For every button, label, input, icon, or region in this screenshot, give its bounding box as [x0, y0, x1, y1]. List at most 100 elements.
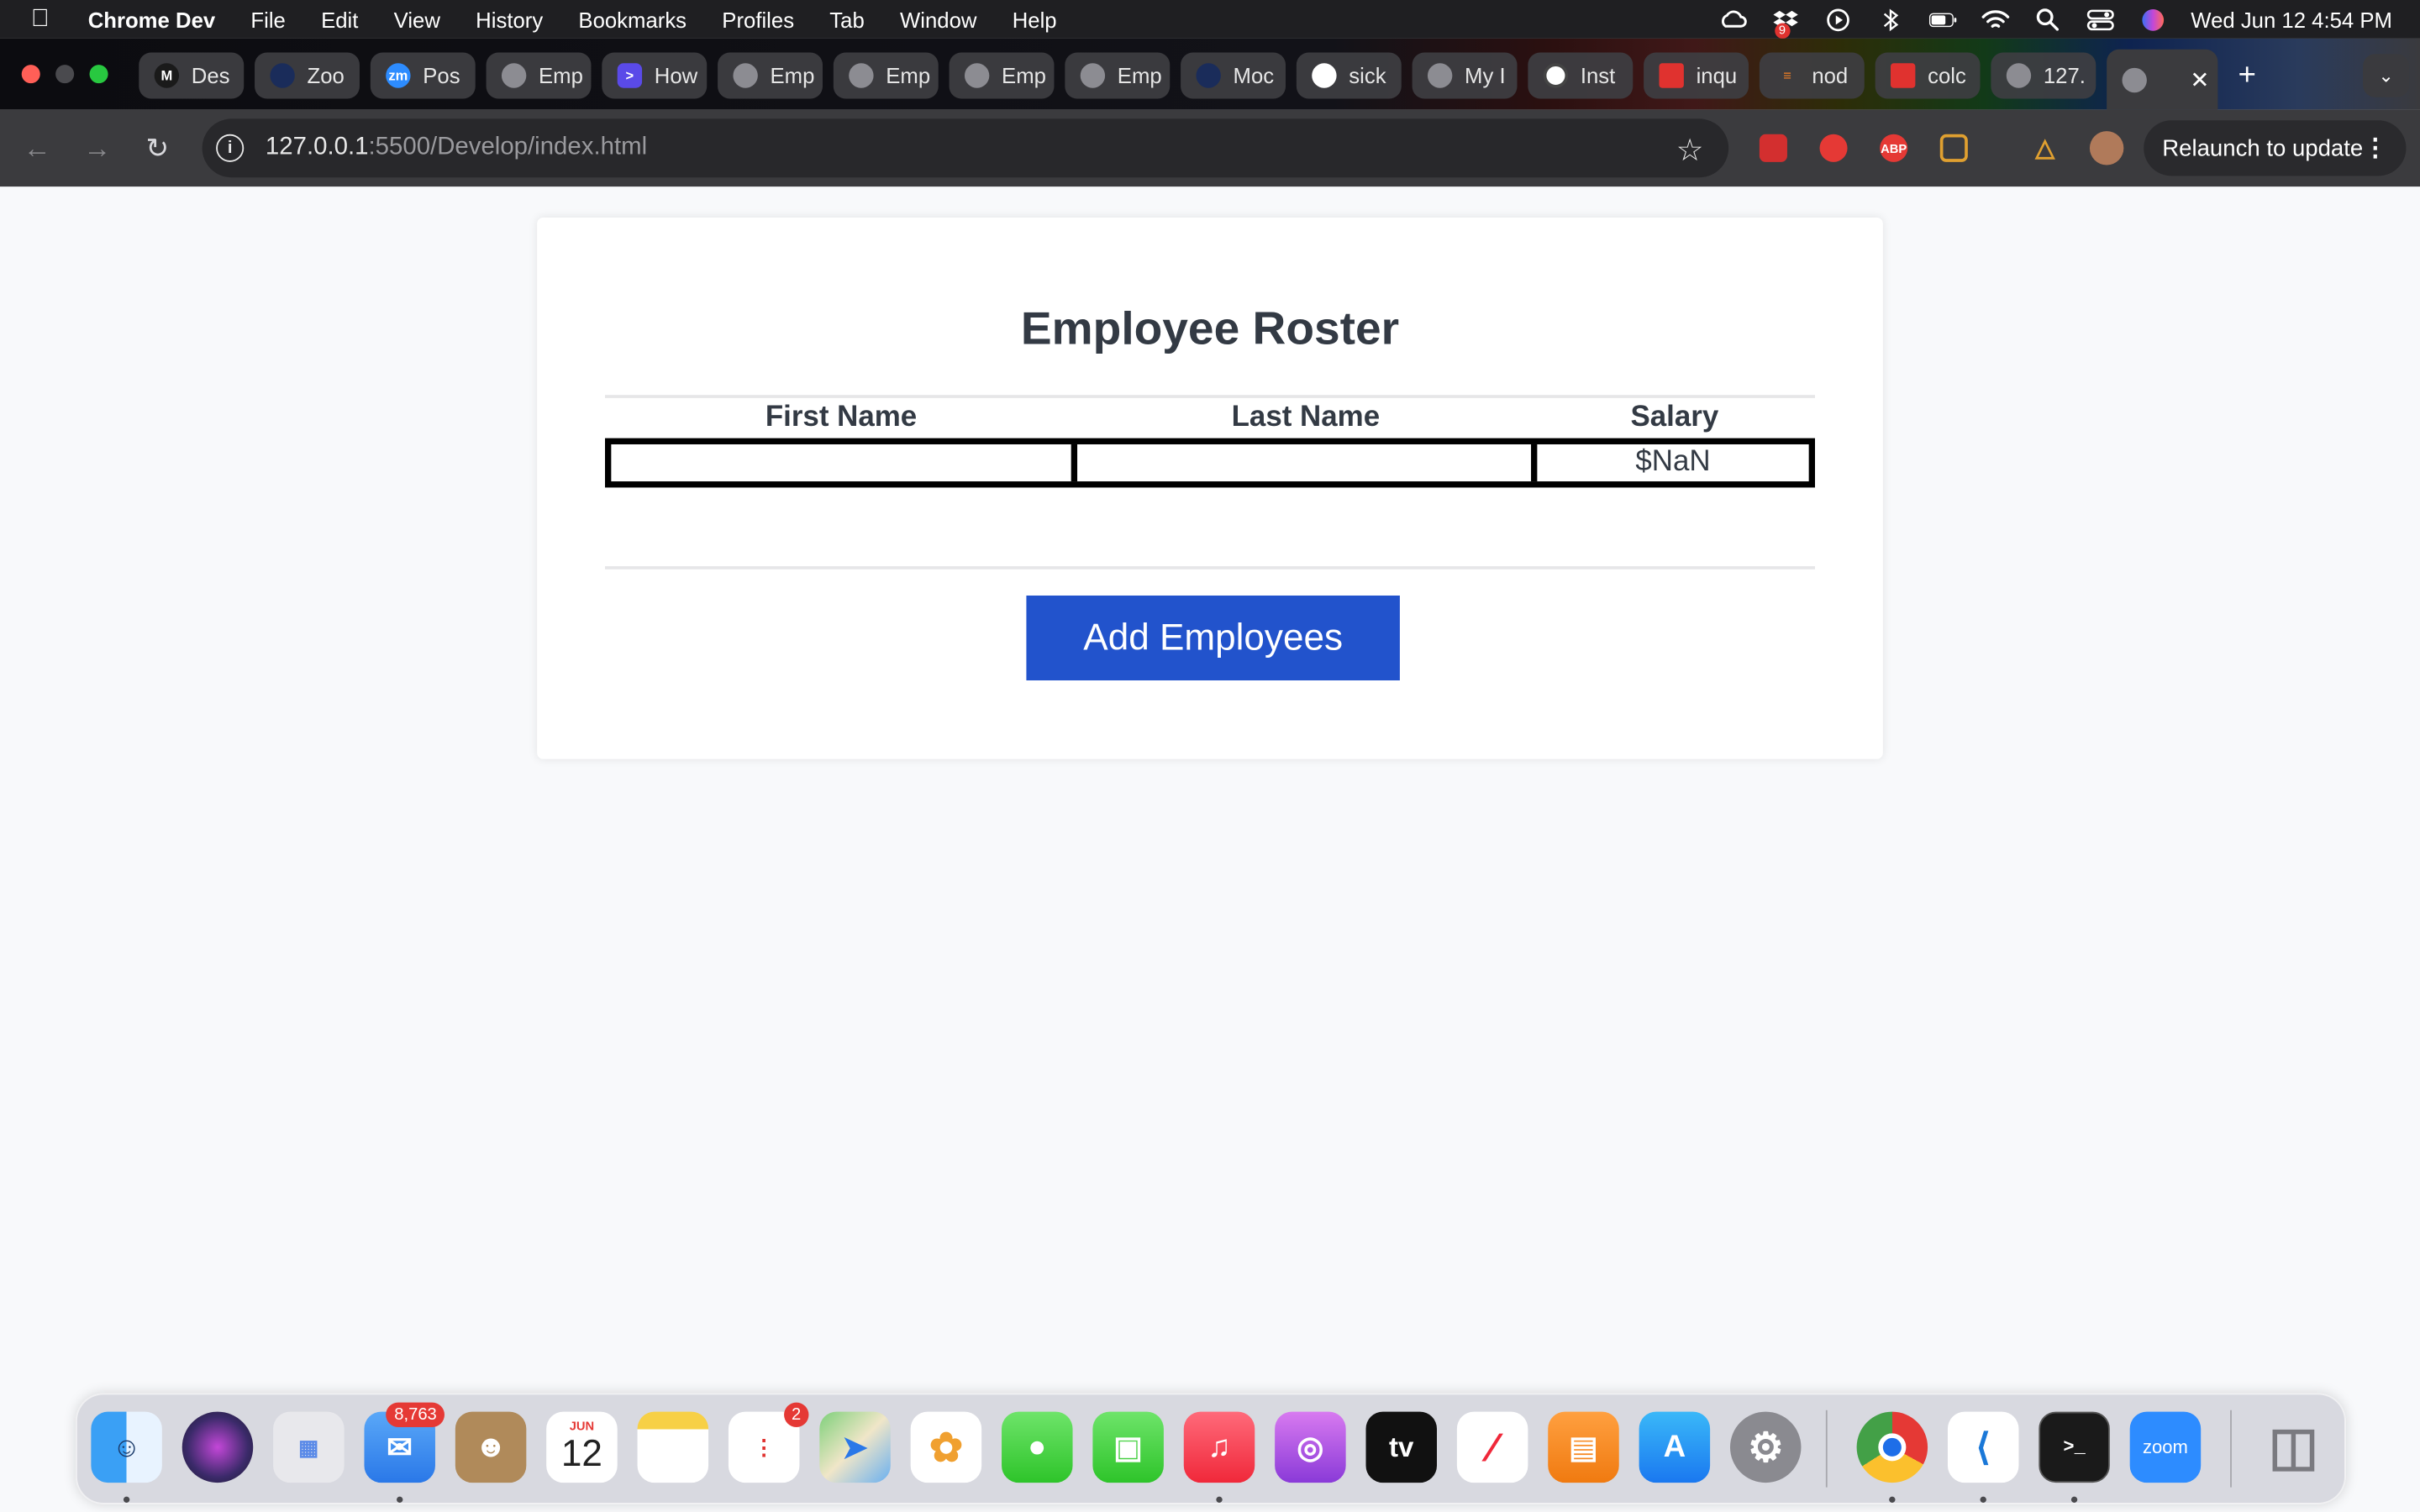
- notes-icon[interactable]: [637, 1411, 709, 1483]
- app-name-menu[interactable]: Chrome Dev: [88, 7, 215, 31]
- url-text[interactable]: 127.0.0.1:5500/Develop/index.html: [266, 134, 647, 162]
- dropbox-icon[interactable]: 9: [1771, 8, 1799, 39]
- spotlight-search-icon[interactable]: [2033, 8, 2061, 31]
- system-settings-icon[interactable]: ⚙: [1729, 1411, 1802, 1483]
- menu-history[interactable]: History: [476, 7, 543, 31]
- browser-tab[interactable]: Emp: [833, 52, 939, 99]
- browser-tab[interactable]: Zoo: [255, 52, 360, 99]
- battery-icon[interactable]: [1928, 8, 1956, 30]
- chrome-dev-icon[interactable]: [1856, 1411, 1928, 1483]
- launchpad-icon[interactable]: ▦: [273, 1411, 345, 1483]
- browser-tab[interactable]: Emp: [949, 52, 1055, 99]
- reload-icon[interactable]: ↻: [140, 131, 174, 165]
- browser-tab[interactable]: sick: [1296, 52, 1402, 99]
- siri-icon[interactable]: [182, 1411, 254, 1483]
- browser-tab[interactable]: zm Pos: [370, 52, 476, 99]
- maps-icon[interactable]: ➤: [819, 1411, 891, 1483]
- menu-tab[interactable]: Tab: [829, 7, 864, 31]
- extensions-puzzle-icon[interactable]: [1939, 134, 1968, 162]
- window-minimize-button[interactable]: [55, 65, 75, 84]
- more-menu-icon[interactable]: ⋮: [2363, 133, 2387, 164]
- bookmark-star-icon[interactable]: ☆: [1676, 131, 1704, 170]
- address-bar[interactable]: i 127.0.0.1:5500/Develop/index.html ☆: [202, 118, 1729, 178]
- app-store-icon[interactable]: A: [1639, 1411, 1711, 1483]
- zoom-icon: zm: [386, 63, 411, 88]
- play-circle-icon[interactable]: [1823, 8, 1851, 31]
- hand-extension-icon[interactable]: [1819, 134, 1848, 162]
- window-close-button[interactable]: [21, 65, 40, 84]
- mail-unread-badge: 8,763: [387, 1402, 445, 1427]
- menu-bookmarks[interactable]: Bookmarks: [578, 7, 687, 31]
- browser-tab[interactable]: M Des: [139, 52, 245, 99]
- siri-icon[interactable]: [2139, 8, 2166, 30]
- browser-tab[interactable]: Inst: [1528, 52, 1634, 99]
- apple-tv-icon[interactable]: tv: [1365, 1411, 1438, 1483]
- browser-tab[interactable]: 127.: [1991, 52, 2096, 99]
- podcasts-icon[interactable]: ◎: [1275, 1411, 1346, 1483]
- reminders-icon[interactable]: ⋮ 2: [728, 1402, 809, 1483]
- relaunch-label: Relaunch to update: [2162, 134, 2364, 161]
- adblock-plus-icon[interactable]: ABP: [1880, 134, 1908, 162]
- zoom-icon[interactable]: zoom: [2129, 1411, 2202, 1483]
- finder-icon[interactable]: ☺: [91, 1411, 162, 1483]
- photos-icon[interactable]: ✿: [910, 1411, 982, 1483]
- control-center-icon[interactable]: [2086, 8, 2113, 30]
- browser-tab[interactable]: inqu: [1644, 52, 1749, 99]
- window-zoom-button[interactable]: [89, 65, 108, 84]
- tab-search-button[interactable]: ⌄: [2363, 54, 2410, 97]
- menu-view[interactable]: View: [394, 7, 440, 31]
- menu-file[interactable]: File: [250, 7, 285, 31]
- menu-help[interactable]: Help: [1013, 7, 1057, 31]
- browser-tab[interactable]: Emp: [1065, 52, 1171, 99]
- vscode-icon[interactable]: ⟨: [1947, 1411, 2019, 1483]
- add-employees-button[interactable]: Add Employees: [1026, 595, 1400, 681]
- back-arrow-icon[interactable]: ←: [20, 131, 54, 165]
- contacts-icon[interactable]: ☻: [455, 1411, 527, 1483]
- menu-edit[interactable]: Edit: [321, 7, 358, 31]
- terminal-icon[interactable]: >_: [2039, 1411, 2110, 1483]
- red-square-icon: [1659, 63, 1684, 88]
- music-icon[interactable]: ♫: [1183, 1411, 1255, 1483]
- apple-menu-icon[interactable]: : [31, 5, 62, 33]
- browser-tab[interactable]: colc: [1875, 52, 1981, 99]
- globe-icon: [964, 63, 990, 88]
- menu-bar-clock[interactable]: Wed Jun 12 4:54 PM: [2191, 7, 2392, 31]
- trash-icon[interactable]: ◫: [2258, 1412, 2328, 1483]
- forward-arrow-icon[interactable]: →: [81, 131, 114, 165]
- wifi-icon[interactable]: [1981, 8, 2009, 30]
- relaunch-to-update-button[interactable]: Relaunch to update ⋮: [2144, 120, 2407, 176]
- creative-cloud-icon[interactable]: [1718, 8, 1746, 30]
- browser-tab[interactable]: > How: [602, 52, 708, 99]
- mail-icon[interactable]: ✉ 8,763: [364, 1402, 445, 1483]
- calendar-icon[interactable]: JUN 12: [546, 1411, 618, 1483]
- bookmark-extension-icon[interactable]: [1759, 134, 1787, 162]
- menu-bar-status-area: 9 Wed Jun 12 4:54 PM: [1718, 0, 2392, 39]
- active-browser-tab[interactable]: ✕: [2107, 49, 2218, 110]
- news-icon[interactable]: ∕: [1456, 1411, 1528, 1483]
- tab-title: Emp: [539, 63, 583, 88]
- browser-tab[interactable]: My I: [1412, 52, 1518, 99]
- close-tab-icon[interactable]: ✕: [2190, 66, 2209, 93]
- profile-avatar[interactable]: [2089, 131, 2124, 165]
- messages-icon[interactable]: ●: [1002, 1411, 1073, 1483]
- new-tab-button[interactable]: +: [2227, 55, 2267, 96]
- page-title: Employee Roster: [1020, 303, 1400, 355]
- menu-profiles[interactable]: Profiles: [722, 7, 794, 31]
- site-info-icon[interactable]: i: [216, 134, 245, 162]
- column-header-last-name: Last Name: [1231, 401, 1381, 434]
- menu-window[interactable]: Window: [900, 7, 976, 31]
- web-page: Employee Roster First Name Last Name Sal…: [0, 186, 2420, 1512]
- macos-menu-bar:  Chrome Dev File Edit View History Book…: [0, 0, 2420, 39]
- labs-flask-icon[interactable]: △: [2031, 134, 2059, 162]
- books-icon[interactable]: ▤: [1548, 1411, 1619, 1483]
- tab-title: 127.: [2043, 63, 2086, 88]
- running-indicator: [123, 1496, 130, 1503]
- bluetooth-icon[interactable]: [1876, 8, 1904, 31]
- running-indicator: [2070, 1496, 2078, 1503]
- browser-tab[interactable]: Emp: [486, 52, 592, 99]
- dropbox-badge: 9: [1774, 22, 1791, 39]
- browser-tab[interactable]: Emp: [718, 52, 823, 99]
- facetime-icon[interactable]: ▣: [1092, 1411, 1164, 1483]
- browser-tab[interactable]: Moc: [1181, 52, 1286, 99]
- browser-tab[interactable]: ≡ nod: [1759, 52, 1865, 99]
